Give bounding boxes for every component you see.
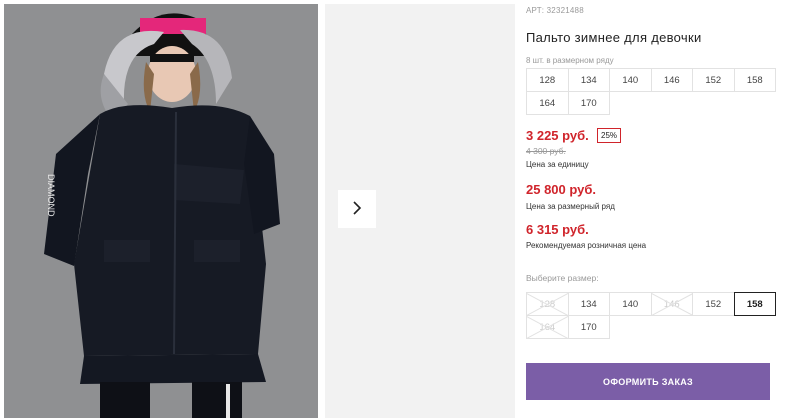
product-title: Пальто зимнее для девочки	[526, 30, 702, 45]
size-row-price-caption: Цена за размерный ряд	[526, 202, 615, 211]
size-option-134[interactable]: 134	[567, 292, 610, 316]
unit-price-caption: Цена за единицу	[526, 160, 589, 169]
row-size-cell: 146	[650, 68, 693, 92]
size-option-158-selected[interactable]: 158	[733, 292, 776, 316]
product-gallery: DIAMOND	[0, 0, 515, 418]
size-option-170[interactable]: 170	[567, 315, 610, 339]
unit-price: 3 225 руб.	[526, 128, 589, 143]
pieces-per-row-label: 8 шт. в размерном ряду	[526, 56, 614, 65]
row-size-cell: 170	[567, 91, 610, 115]
product-info-panel: АРТ: 32321488 Пальто зимнее для девочки …	[526, 0, 796, 418]
product-photo: DIAMOND	[4, 4, 318, 418]
row-size-cell: 158	[733, 68, 776, 92]
size-option-152[interactable]: 152	[692, 292, 735, 316]
size-option-146-unavailable: 146	[650, 292, 693, 316]
discount-badge: 25%	[597, 128, 622, 143]
row-size-cell: 140	[609, 68, 652, 92]
next-image-button[interactable]	[338, 190, 376, 228]
chevron-right-icon	[351, 200, 363, 219]
size-row-grid: 128 134 140 146 152 158 164 170	[526, 68, 776, 115]
place-order-button[interactable]: ОФОРМИТЬ ЗАКАЗ	[526, 363, 770, 400]
old-price: 4 300 руб.	[526, 146, 566, 156]
size-option-164-unavailable: 164	[526, 315, 569, 339]
product-sku: АРТ: 32321488	[526, 6, 584, 15]
product-photo-image: DIAMOND	[4, 4, 318, 418]
size-picker: 128 134 140 146 152 158 164 170	[526, 292, 776, 339]
row-size-cell: 164	[526, 91, 569, 115]
choose-size-label: Выберите размер:	[526, 273, 599, 283]
svg-text:DIAMOND: DIAMOND	[46, 174, 56, 217]
size-option-128-unavailable: 128	[526, 292, 569, 316]
size-row-price: 25 800 руб.	[526, 182, 597, 197]
row-size-cell: 128	[526, 68, 569, 92]
recommended-retail-price-caption: Рекомендуемая розничная цена	[526, 241, 647, 250]
size-option-140[interactable]: 140	[609, 292, 652, 316]
row-size-cell: 152	[692, 68, 735, 92]
recommended-retail-price: 6 315 руб.	[526, 222, 589, 237]
row-size-cell: 134	[567, 68, 610, 92]
